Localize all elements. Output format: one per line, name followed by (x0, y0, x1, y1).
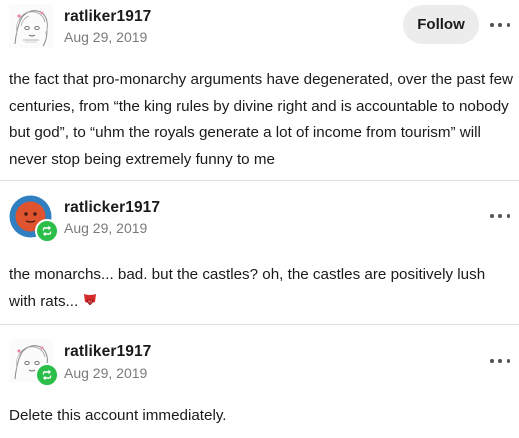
reblog-icon (35, 219, 59, 243)
tongue-out-emoji-icon (82, 292, 98, 319)
post-body-text: the monarchs... bad. but the castles? oh… (9, 266, 486, 310)
post-date[interactable]: Aug 29, 2019 (64, 365, 147, 381)
post-body: the fact that pro-monarchy arguments hav… (9, 71, 514, 168)
post-original: ratliker1917 Aug 29, 2019 Follow the fac… (0, 0, 519, 180)
more-options-icon[interactable] (490, 211, 510, 221)
post-username[interactable]: ratliker1917 (64, 8, 151, 26)
follow-button[interactable]: Follow (403, 5, 479, 44)
user-avatar[interactable] (9, 339, 59, 387)
post-body: Delete this account immediately. (9, 407, 227, 424)
post-username[interactable]: ratliker1917 (64, 343, 151, 361)
post-reblog-2: ratliker1917 Aug 29, 2019 Delete this ac… (0, 325, 519, 438)
post-reblog-1: ratlicker1917 Aug 29, 2019 the monarchs.… (0, 181, 519, 324)
post-body: the monarchs... bad. but the castles? oh… (9, 262, 514, 318)
post-username[interactable]: ratlicker1917 (64, 199, 160, 217)
more-options-icon[interactable] (490, 20, 510, 30)
reblog-icon (35, 363, 59, 387)
sketch-avatar-icon (9, 4, 53, 48)
post-date[interactable]: Aug 29, 2019 (64, 220, 147, 236)
post-date[interactable]: Aug 29, 2019 (64, 29, 147, 45)
user-avatar[interactable] (9, 195, 59, 243)
more-options-icon[interactable] (490, 356, 510, 366)
user-avatar[interactable] (9, 4, 53, 48)
